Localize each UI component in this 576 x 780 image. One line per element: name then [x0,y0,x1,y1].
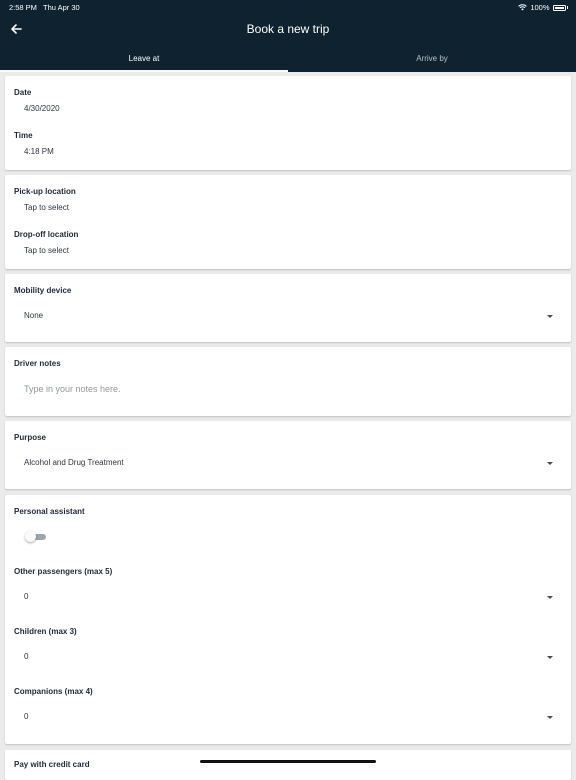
mobility-dropdown-icon[interactable] [547,315,553,318]
other-passengers-label: Other passengers (max 5) [14,567,113,576]
personal-assistant-toggle[interactable] [23,531,49,543]
driver-notes-input[interactable]: Type in your notes here. [24,384,121,394]
date-label: Date [14,88,32,97]
time-value[interactable]: 4:18 PM [24,147,54,156]
app-bar: Book a new trip [0,14,576,44]
toggle-thumb [25,531,36,542]
purpose-select[interactable]: Alcohol and Drug Treatment [24,458,124,467]
wifi-icon [518,4,528,11]
home-indicator [200,760,376,763]
time-label: Time [14,131,33,140]
status-time: 2:58 PM [9,3,37,12]
mobility-select[interactable]: None [24,311,43,320]
pickup-label: Pick-up location [14,187,76,196]
tab-indicator [0,70,288,72]
purpose-dropdown-icon[interactable] [547,462,553,465]
tab-leave-at-label: Leave at [128,53,160,63]
page-title: Book a new trip [246,22,330,36]
companions-select[interactable]: 0 [24,712,28,721]
children-select[interactable]: 0 [24,652,28,661]
dropoff-field[interactable]: Tap to select [24,246,69,255]
children-label: Children (max 3) [14,627,77,636]
tab-bar: Leave at Arrive by [0,44,576,72]
other-passengers-dropdown-icon[interactable] [547,596,553,599]
mobility-card: Mobility device None [5,274,571,342]
passengers-card: Personal assistant Other passengers (max… [5,495,571,744]
battery-tip [566,6,568,9]
purpose-label: Purpose [14,433,47,442]
tab-arrive-by-label: Arrive by [416,53,448,63]
companions-dropdown-icon[interactable] [547,716,553,719]
mobility-label: Mobility device [14,286,72,295]
tab-leave-at[interactable]: Leave at [0,44,288,72]
personal-assistant-label: Personal assistant [14,507,85,516]
dropoff-label: Drop-off location [14,230,79,239]
other-passengers-select[interactable]: 0 [24,592,28,601]
children-dropdown-icon[interactable] [547,656,553,659]
tab-arrive-by[interactable]: Arrive by [288,44,576,72]
pickup-field[interactable]: Tap to select [24,203,69,212]
status-date: Thu Apr 30 [43,3,80,12]
locations-card: Pick-up location Tap to select Drop-off … [5,175,571,269]
battery-percent: 100% [530,3,550,12]
purpose-card: Purpose Alcohol and Drug Treatment [5,421,571,489]
date-time-card: Date 4/30/2020 Time 4:18 PM [5,76,571,170]
companions-label: Companions (max 4) [14,687,93,696]
status-right: 100% [518,3,568,12]
status-bar: 2:58 PM Thu Apr 30 100% [0,0,576,14]
payment-card: Pay with credit card [5,750,571,780]
driver-notes-label: Driver notes [14,359,61,368]
battery-icon [552,4,566,11]
date-value[interactable]: 4/30/2020 [24,104,60,113]
driver-notes-card: Driver notes Type in your notes here. [5,347,571,416]
